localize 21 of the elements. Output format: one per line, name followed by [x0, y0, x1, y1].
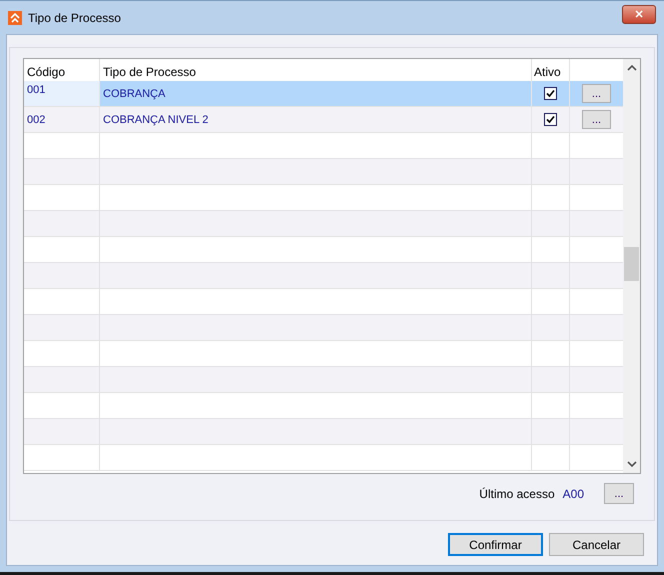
- table-row[interactable]: 001 COBRANÇA ...: [24, 81, 623, 107]
- checkbox[interactable]: [544, 87, 557, 100]
- checkbox[interactable]: [544, 113, 557, 126]
- last-access-value: A00: [562, 486, 584, 500]
- scroll-down-icon[interactable]: [626, 461, 636, 467]
- ellipsis-button[interactable]: ...: [582, 84, 611, 103]
- last-access-label: Último acesso: [479, 486, 555, 500]
- ellipsis-button[interactable]: ...: [582, 110, 611, 129]
- app-icon: [8, 10, 22, 24]
- scroll-thumb[interactable]: [624, 247, 639, 281]
- table-cell: 002: [27, 114, 46, 126]
- scrollbar[interactable]: [623, 59, 640, 473]
- ellipsis-button[interactable]: ...: [604, 483, 634, 504]
- window-title: Tipo de Processo: [28, 10, 122, 24]
- table-cell: 001: [27, 84, 46, 96]
- dialog-button[interactable]: Confirmar: [448, 533, 543, 556]
- scroll-up-icon[interactable]: [626, 65, 636, 71]
- table-cell: COBRANÇA NIVEL 2: [103, 114, 208, 126]
- table-row[interactable]: 002 COBRANÇA NIVEL 2 ...: [24, 107, 623, 133]
- dialog-button[interactable]: Cancelar: [549, 533, 644, 556]
- table-cell: COBRANÇA: [103, 88, 166, 100]
